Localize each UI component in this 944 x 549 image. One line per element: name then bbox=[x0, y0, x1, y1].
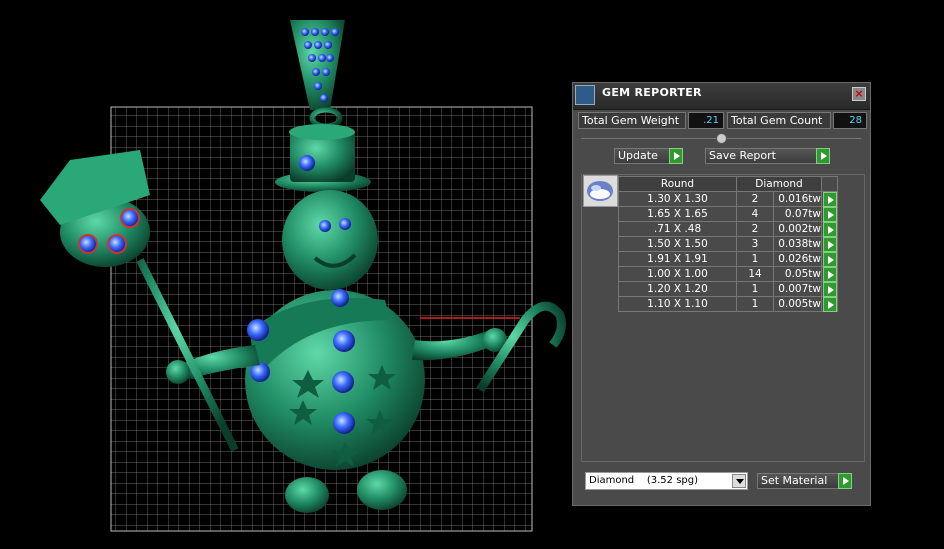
table-row[interactable]: 1.65 X 1.65 4 0.07tw bbox=[618, 206, 838, 222]
row-select-button[interactable] bbox=[821, 266, 838, 282]
gem-count: 14 bbox=[736, 266, 774, 282]
gem-size: 1.00 X 1.00 bbox=[618, 266, 737, 282]
row-select-button[interactable] bbox=[821, 221, 838, 237]
gem-size: .71 X .48 bbox=[618, 221, 737, 237]
row-select-button[interactable] bbox=[821, 206, 838, 222]
material-selected-value: Diamond (3.52 spg) bbox=[589, 475, 699, 486]
chevron-down-icon[interactable] bbox=[732, 474, 746, 488]
table-row[interactable]: 1.20 X 1.20 1 0.007tw bbox=[618, 281, 838, 297]
table-row[interactable]: .71 X .48 2 0.002tw bbox=[618, 221, 838, 237]
round-gem-icon[interactable] bbox=[583, 175, 618, 207]
gem-size: 1.20 X 1.20 bbox=[618, 281, 737, 297]
play-arrow-icon bbox=[823, 237, 837, 252]
gem-count: 1 bbox=[736, 251, 774, 267]
gem-count: 1 bbox=[736, 281, 774, 297]
gem-weight: 0.016tw bbox=[773, 191, 822, 207]
save-report-button[interactable]: Save Report bbox=[705, 148, 830, 164]
gem-size: 1.50 X 1.50 bbox=[618, 236, 737, 252]
gem-table: Round Diamond 1.30 X 1.30 2 0.016tw 1.65… bbox=[618, 176, 838, 312]
gem-size: 1.91 X 1.91 bbox=[618, 251, 737, 267]
play-arrow-icon bbox=[838, 473, 852, 489]
gem-reporter-icon bbox=[575, 85, 595, 105]
gem-size: 1.30 X 1.30 bbox=[618, 191, 737, 207]
play-arrow-icon bbox=[823, 192, 837, 207]
gem-weight: 0.005tw bbox=[773, 296, 822, 312]
row-select-button[interactable] bbox=[821, 281, 838, 297]
play-arrow-icon bbox=[669, 148, 683, 164]
close-icon[interactable]: × bbox=[852, 87, 866, 101]
play-arrow-icon bbox=[823, 207, 837, 222]
total-count-label: Total Gem Count bbox=[727, 112, 831, 129]
total-weight-label: Total Gem Weight bbox=[578, 112, 686, 129]
total-weight-value: .21 bbox=[688, 112, 724, 129]
play-arrow-icon bbox=[823, 222, 837, 237]
window-title: GEM REPORTER bbox=[602, 86, 702, 99]
gem-count: 3 bbox=[736, 236, 774, 252]
row-select-button[interactable] bbox=[821, 191, 838, 207]
material-select[interactable]: Diamond (3.52 spg) bbox=[585, 472, 748, 490]
row-select-button[interactable] bbox=[821, 251, 838, 267]
gem-count: 1 bbox=[736, 296, 774, 312]
gem-count: 4 bbox=[736, 206, 774, 222]
gem-size: 1.10 X 1.10 bbox=[618, 296, 737, 312]
gem-size: 1.65 X 1.65 bbox=[618, 206, 737, 222]
gem-reporter-window: GEM REPORTER × Total Gem Weight .21 Tota… bbox=[572, 82, 871, 506]
column-header-shape: Round bbox=[618, 176, 737, 192]
gem-count: 2 bbox=[736, 191, 774, 207]
update-label: Update bbox=[618, 149, 658, 162]
total-count-value: 28 bbox=[833, 112, 867, 129]
play-arrow-icon bbox=[823, 252, 837, 267]
play-arrow-icon bbox=[816, 148, 830, 164]
column-header-material: Diamond bbox=[736, 176, 822, 192]
set-material-label: Set Material bbox=[761, 474, 828, 487]
gem-weight: 0.002tw bbox=[773, 221, 822, 237]
table-header-row: Round Diamond bbox=[618, 176, 838, 192]
gem-weight: 0.07tw bbox=[773, 206, 822, 222]
update-button[interactable]: Update bbox=[614, 148, 683, 164]
gem-weight: 0.026tw bbox=[773, 251, 822, 267]
table-row[interactable]: 1.00 X 1.00 14 0.05tw bbox=[618, 266, 838, 282]
row-select-button[interactable] bbox=[821, 236, 838, 252]
save-report-label: Save Report bbox=[709, 149, 776, 162]
play-arrow-icon bbox=[823, 297, 837, 312]
gem-weight: 0.007tw bbox=[773, 281, 822, 297]
viewport-canvas[interactable] bbox=[0, 0, 570, 545]
3d-viewport[interactable] bbox=[0, 0, 570, 545]
table-row[interactable]: 1.10 X 1.10 1 0.005tw bbox=[618, 296, 838, 312]
set-material-button[interactable]: Set Material bbox=[757, 473, 852, 489]
play-arrow-icon bbox=[823, 282, 837, 297]
table-row[interactable]: 1.50 X 1.50 3 0.038tw bbox=[618, 236, 838, 252]
table-row[interactable]: 1.91 X 1.91 1 0.026tw bbox=[618, 251, 838, 267]
row-select-button[interactable] bbox=[821, 296, 838, 312]
gem-count: 2 bbox=[736, 221, 774, 237]
splitter-handle[interactable] bbox=[716, 133, 727, 144]
play-arrow-icon bbox=[823, 267, 837, 282]
title-bar[interactable]: GEM REPORTER × bbox=[573, 83, 870, 110]
gem-weight: 0.038tw bbox=[773, 236, 822, 252]
gem-weight: 0.05tw bbox=[773, 266, 822, 282]
table-row[interactable]: 1.30 X 1.30 2 0.016tw bbox=[618, 191, 838, 207]
